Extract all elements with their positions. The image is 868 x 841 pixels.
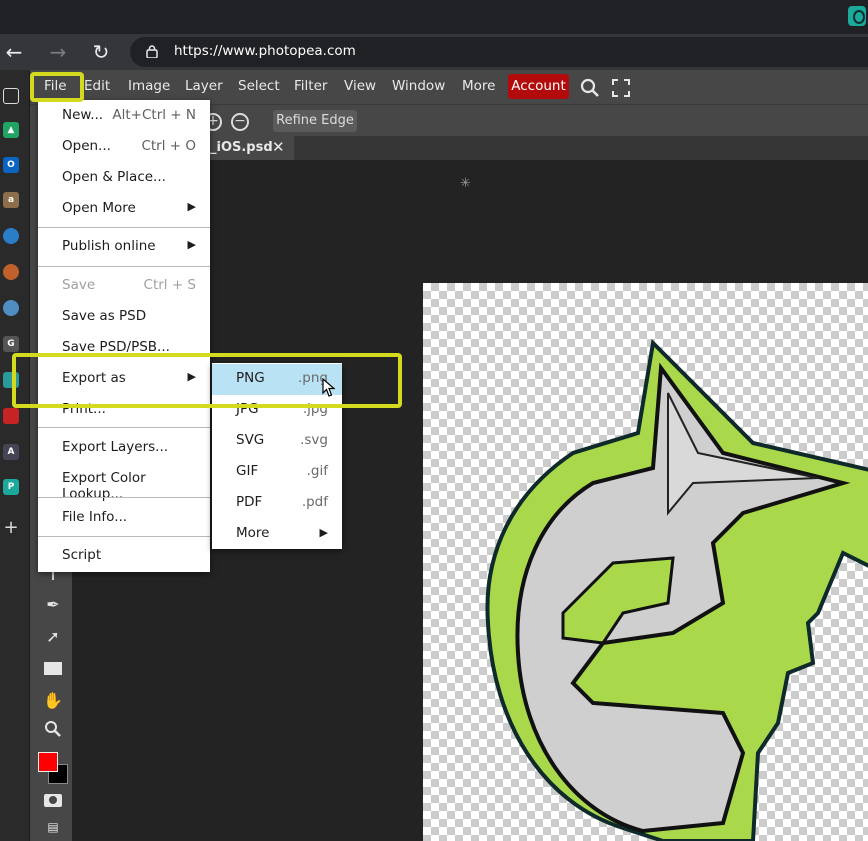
menu-item-open-more[interactable]: Open More ▶ [38,194,210,225]
menu-item-label: Save as PSD [62,308,147,324]
menu-item-save-as-psd[interactable]: Save as PSD [38,302,210,333]
menu-item-label: PDF [236,494,263,510]
extension-text: .pdf [301,494,328,510]
subtract-selection-icon[interactable]: − [231,113,249,131]
zoom-tool-icon[interactable] [42,720,64,742]
menu-item-label: Publish online [62,238,156,254]
close-icon[interactable]: ✕ [272,138,285,156]
document-canvas[interactable] [423,283,868,841]
extension-text: .gif [306,463,328,479]
menu-select[interactable]: Select [238,78,280,94]
menu-item-label: More [236,525,270,541]
globe-icon[interactable] [3,228,19,244]
menu-item-label: Export Layers... [62,439,169,455]
menu-item-label: Open & Place... [62,169,166,185]
pen-tool-icon[interactable]: ✒ [42,594,64,616]
site-icon[interactable]: A [3,444,19,460]
sidebar-toggle-icon[interactable] [3,88,19,104]
shortcut-text: Ctrl + O [141,138,196,154]
site-icon[interactable] [3,408,19,424]
rectangle-tool-icon[interactable] [42,658,64,680]
file-menu: New... Alt+Ctrl + N Open... Ctrl + O Ope… [38,100,210,572]
lock-icon [146,45,158,58]
outlook-icon[interactable]: O [3,157,19,173]
drive-icon[interactable]: ▲ [3,122,19,138]
back-arrow-icon[interactable]: ← [2,40,26,64]
hand-tool-icon[interactable]: ✋ [42,690,64,712]
menu-separator [38,227,210,228]
menu-item-label: Script [62,547,102,563]
forward-arrow-icon[interactable]: → [46,40,70,64]
menu-separator [38,497,210,498]
menu-item-export-color-lookup[interactable]: Export Color Lookup... [38,464,210,502]
menu-item-script[interactable]: Script [38,541,210,572]
reload-icon[interactable]: ↻ [89,40,113,64]
menu-view[interactable]: View [344,78,376,94]
fullscreen-icon[interactable] [612,79,630,97]
menu-separator [38,427,210,428]
menu-separator [38,266,210,267]
menu-item-label: SVG [236,432,265,448]
foreground-color-swatch[interactable] [38,752,58,772]
site-icon[interactable] [3,300,19,316]
g-icon[interactable]: G [3,336,19,352]
menu-more[interactable]: More [462,78,495,94]
browser-titlebar [0,0,868,34]
export-svg-item[interactable]: SVG .svg [212,426,342,457]
search-icon[interactable] [580,78,600,98]
menu-item-new[interactable]: New... Alt+Ctrl + N [38,101,210,132]
path-select-icon[interactable]: ➚ [42,626,64,648]
export-pdf-item[interactable]: PDF .pdf [212,488,342,519]
menu-item-label: Open More [62,200,136,216]
export-as-highlight [12,353,402,408]
menu-item-save: Save Ctrl + S [38,271,210,302]
menu-layer[interactable]: Layer [185,78,223,94]
menu-filter[interactable]: Filter [294,78,327,94]
menu-item-label: Save [62,277,96,293]
menu-item-label: File Info... [62,509,128,525]
photopea-logo-icon [848,6,866,26]
url-text: https://www.photopea.com [174,43,356,59]
menu-image[interactable]: Image [128,78,170,94]
browser-toolbar: ← → ↻ https://www.photopea.com [0,34,868,70]
menu-item-file-info[interactable]: File Info... [38,503,210,534]
document-tab-name: _iOS.psd [210,140,273,155]
menu-item-label: New... [62,107,104,123]
file-menu-highlight [30,72,84,102]
menu-separator [38,536,210,537]
menu-edit[interactable]: Edit [84,78,110,94]
menu-item-publish-online[interactable]: Publish online ▶ [38,232,210,263]
menu-item-export-layers[interactable]: Export Layers... [38,433,210,464]
account-button[interactable]: Account [508,74,569,99]
crosshair-cursor-icon: ✳ [460,176,471,191]
amazon-icon[interactable]: a [3,192,19,208]
quick-mask-icon[interactable] [42,790,64,812]
menu-item-open[interactable]: Open... Ctrl + O [38,132,210,163]
submenu-arrow-icon: ▶ [187,238,196,251]
export-more-item[interactable]: More ▶ [212,519,342,550]
export-gif-item[interactable]: GIF .gif [212,457,342,488]
shortcut-text: Alt+Ctrl + N [112,107,196,123]
screen-mode-icon[interactable]: ▤ [42,816,64,838]
extension-text: .svg [300,432,328,448]
refine-edge-button[interactable]: Refine Edge [273,110,357,132]
shortcut-text: Ctrl + S [143,277,196,293]
add-icon[interactable]: + [3,519,19,537]
photopea-tab-icon[interactable]: P [3,479,19,495]
submenu-arrow-icon: ▶ [319,526,328,539]
submenu-arrow-icon: ▶ [187,200,196,213]
menu-item-label: Open... [62,138,111,154]
site-icon[interactable] [3,264,19,280]
menu-window[interactable]: Window [392,78,445,94]
address-bar[interactable]: https://www.photopea.com [130,37,868,67]
menu-item-open-place[interactable]: Open & Place... [38,163,210,194]
app-menubar: File Edit Image Layer Select Filter View… [30,70,868,104]
menu-item-label: GIF [236,463,259,479]
browser-sidebar: ▲ O a G A P + [0,70,30,841]
g-arrow-artwork [485,338,868,841]
